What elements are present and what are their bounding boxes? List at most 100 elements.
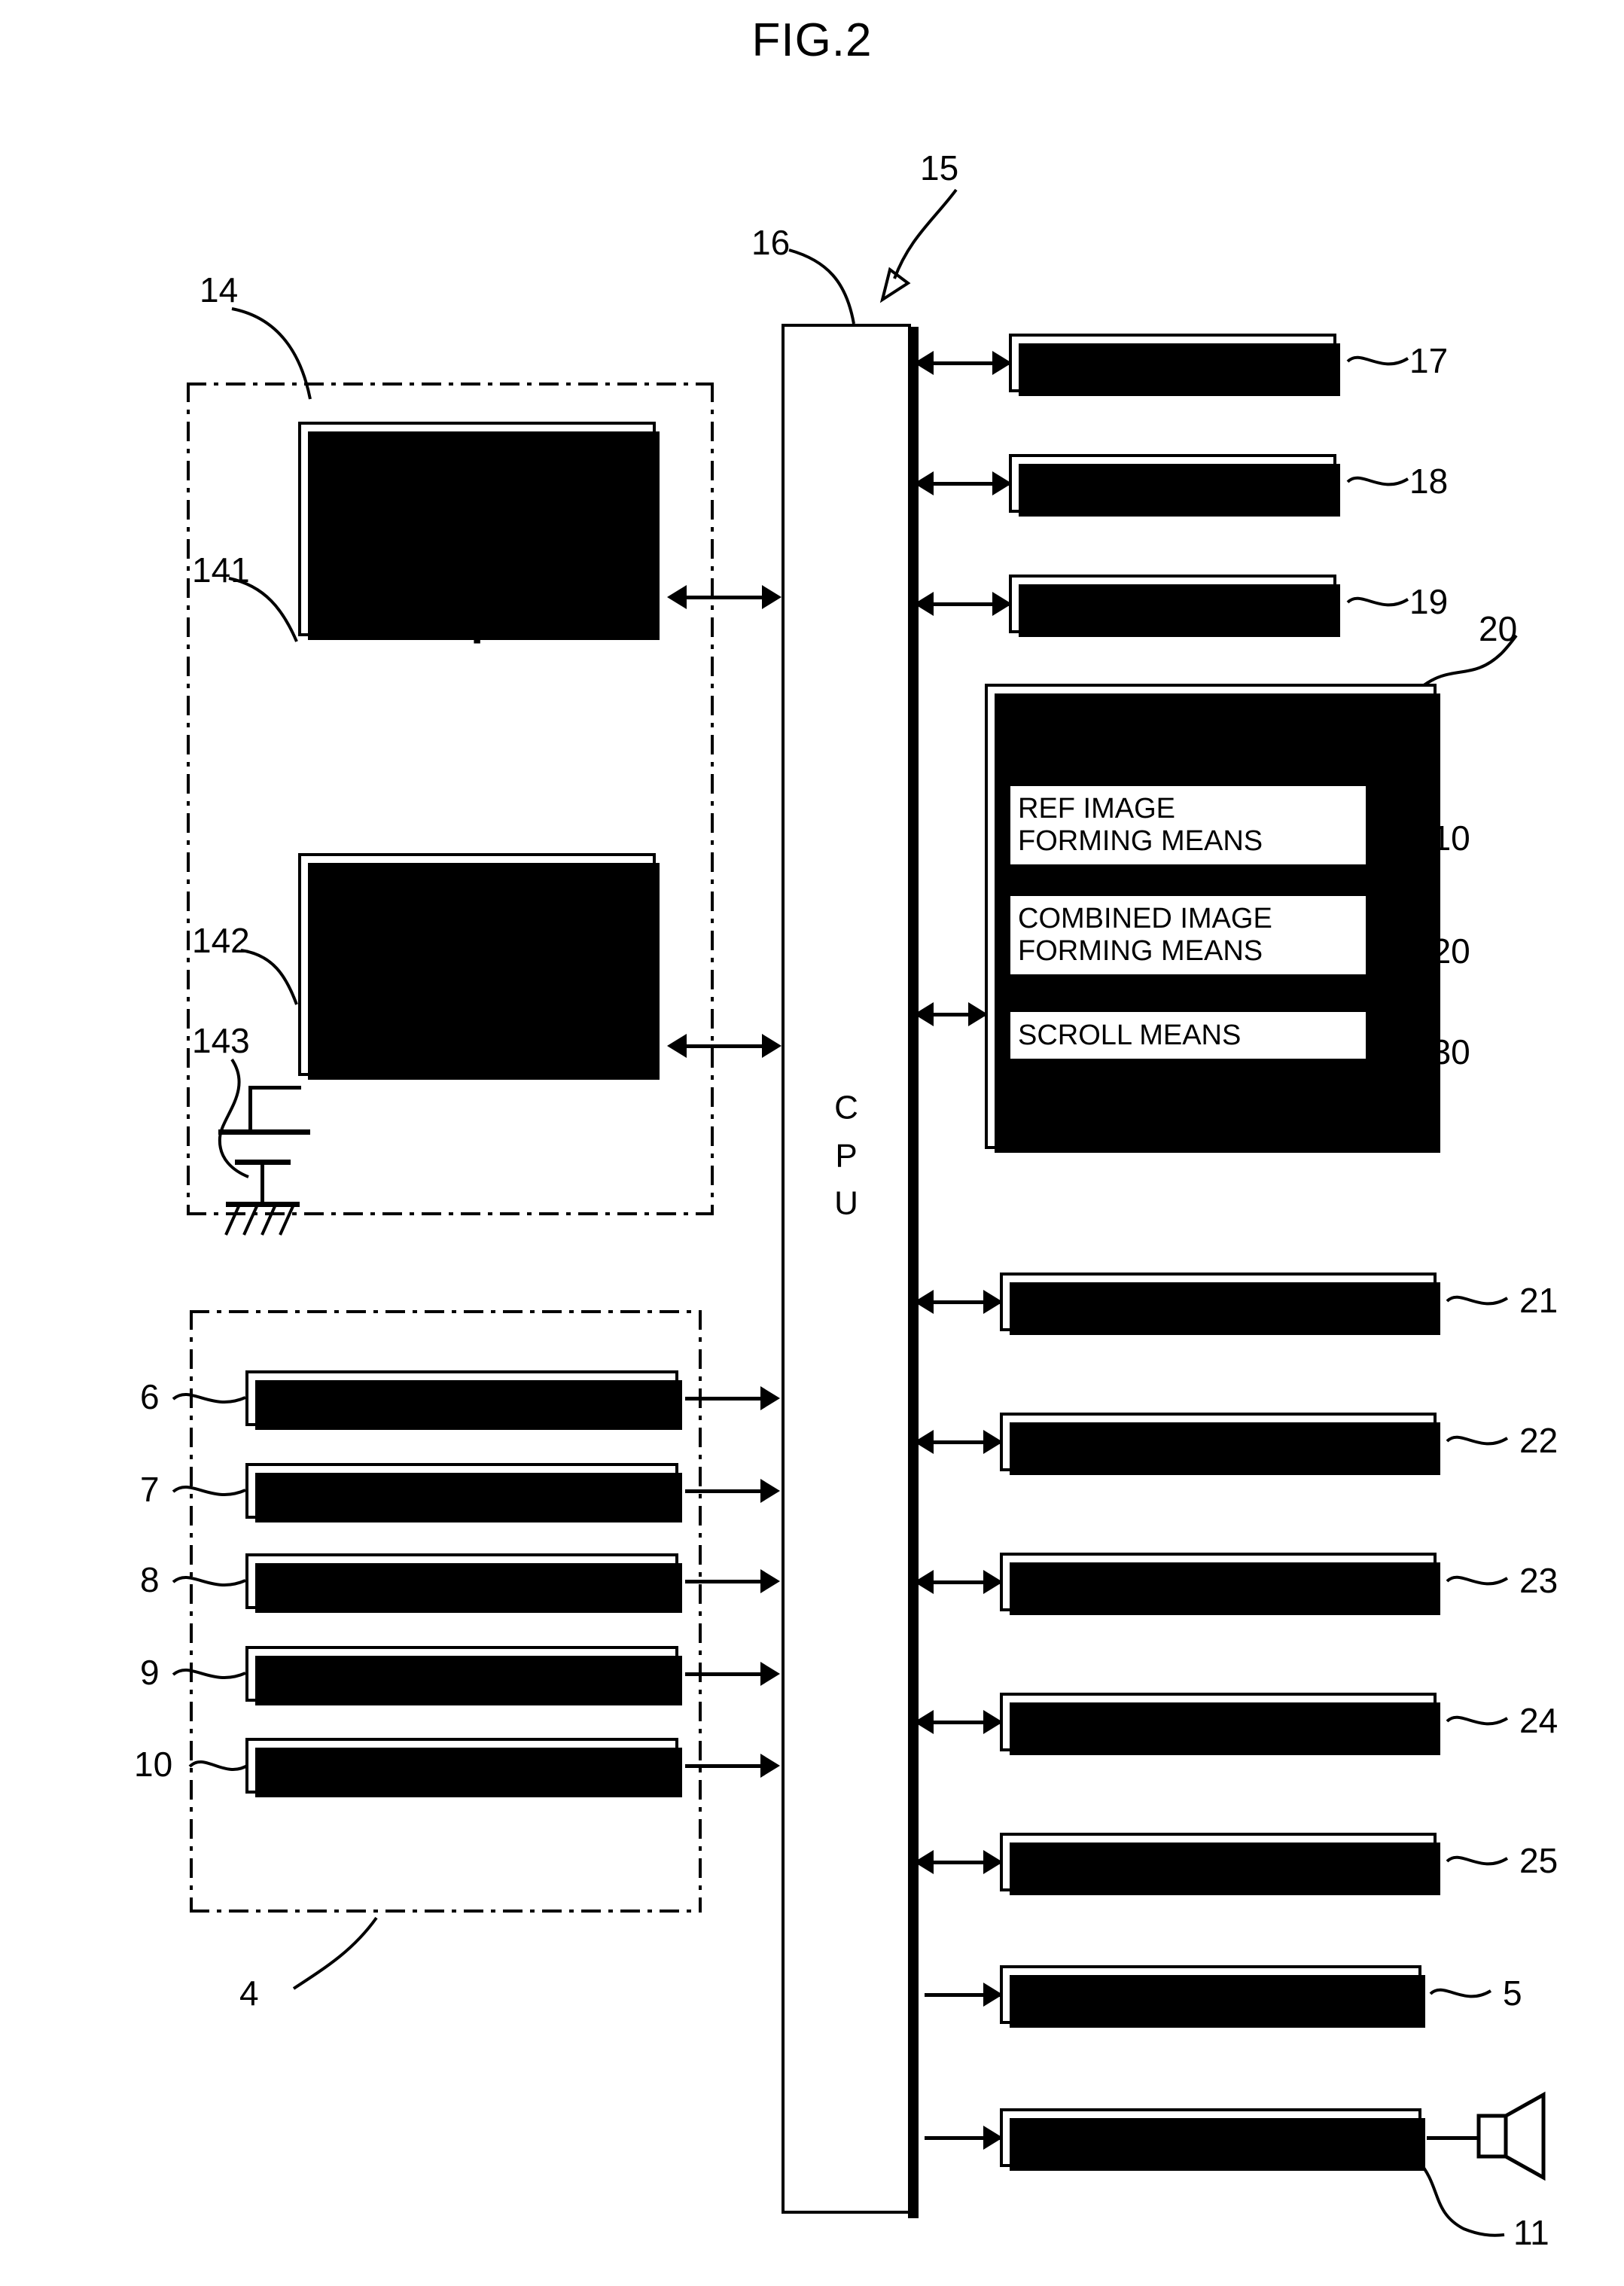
rom-item-0: ·GAME PROGRAM [313, 474, 590, 511]
battery-plate-long-1 [218, 1129, 310, 1135]
combined-image-line1: COMBINED IMAGE [1018, 903, 1272, 935]
ram-item-1: ·PLAYER’S [313, 941, 474, 977]
first-disc-means-label: 1ST DISC MEANS [1092, 1285, 1344, 1318]
ref-25-leader [1446, 1855, 1509, 1866]
ref-16: 16 [751, 223, 791, 262]
second-disc-means-box: 2ND DISC MEANS [1000, 1413, 1440, 1475]
scroll-means-label: SCROLL MEANS [1018, 1019, 1242, 1051]
cpu-disc3-arrow-left [914, 1570, 934, 1594]
scroll-means-box: SCROLL MEANS [1007, 1009, 1369, 1062]
ref-4-leader [292, 1916, 378, 1990]
ref-image-line1: REF IMAGE [1018, 793, 1176, 825]
switch-cont-means-label: SWITCH CONT MEANS [1054, 1845, 1382, 1879]
ram-title: RAM [313, 868, 384, 904]
rom-to-cpu-arrow-left [667, 585, 687, 609]
cpu-bar: CPU [782, 324, 919, 2218]
rom-memory-box: ROM ·GAME PROGRAM ·IMAGES FOR GAME SPACE… [298, 422, 660, 653]
ram-item-0: · I /P DATA [313, 904, 468, 940]
ref-17: 17 [1409, 341, 1449, 380]
monitor-box: MONITOR [1000, 1965, 1425, 2028]
ref-23-leader [1446, 1575, 1509, 1586]
select-button-arrow [760, 1754, 780, 1778]
fourth-disc-means-box: 4TH DISC MEANS [1000, 1693, 1440, 1755]
sound-generator-box: SOUND GENERATOR [1000, 2108, 1425, 2171]
ref-24: 24 [1519, 1701, 1558, 1740]
ref-21: 21 [1519, 1281, 1558, 1320]
ref-6: 6 [140, 1377, 160, 1416]
rom-item-1: ·IMAGES FOR [313, 511, 523, 547]
select-button-box[interactable]: SELECT BUTTON [245, 1738, 682, 1797]
select-button-label: SELECT BUTTON [259, 1748, 507, 1782]
fourth-disc-means-label: 4TH DISC MEANS [1092, 1705, 1345, 1739]
second-push-button-line [685, 1580, 769, 1583]
cpu-switch-arrow-left [914, 1850, 934, 1874]
ref-11-leader [1417, 2160, 1505, 2237]
ref-25: 25 [1519, 1841, 1558, 1880]
ground-hatch-icon [224, 1204, 295, 1236]
ref-141: 141 [192, 550, 250, 590]
ref-15-arrow-leader [879, 188, 958, 303]
ref-20: 20 [1479, 609, 1518, 648]
rom-title: ROM [313, 438, 387, 474]
second-push-button-box[interactable]: 2ND PUSH BUTTON [245, 1553, 682, 1613]
ref-11: 11 [1513, 2213, 1549, 2252]
cross-button-line [685, 1397, 769, 1401]
ref-143: 143 [192, 1021, 250, 1060]
second-push-button-label: 2ND PUSH BUTTON [259, 1564, 544, 1598]
ref-7-leader [172, 1486, 246, 1496]
battery-wire-vert [248, 1086, 252, 1132]
ref-18: 18 [1409, 462, 1449, 501]
cpu-disc4-arrow-left [914, 1710, 934, 1734]
ref-142: 142 [192, 921, 250, 960]
ref-6-leader [172, 1393, 246, 1404]
cross-button-label: CROSS BUTTON [259, 1381, 498, 1415]
cpu-display-ram-arrow-left [914, 592, 934, 616]
ref-5: 5 [1503, 1974, 1522, 2013]
ref-10: 10 [134, 1745, 173, 1784]
first-disc-means-box: 1ST DISC MEANS [1000, 1273, 1440, 1335]
start-button-arrow [760, 1662, 780, 1686]
gifm-title-line1: GAME IMAGE [1007, 705, 1202, 738]
peripheral-ram-label: RAM [1139, 466, 1206, 500]
game-image-forming-means-box: GAME IMAGE FORMING MEANS REF IMAGE FORMI… [985, 684, 1440, 1153]
start-button-box[interactable]: START BUTTON [245, 1646, 682, 1705]
ref-image-line2: FORMING MEANS [1018, 825, 1263, 857]
sound-generator-label: SOUND GENERATOR [1013, 2120, 1319, 2154]
cpu-gifm-arrow-left [914, 1002, 934, 1026]
ref-9-leader [172, 1669, 246, 1679]
select-button-line [685, 1764, 769, 1768]
switch-cont-means-box: SWITCH CONT MEANS [1000, 1833, 1440, 1895]
first-push-button-arrow [760, 1479, 780, 1503]
ref-7: 7 [140, 1470, 160, 1509]
ref-14-leader [231, 307, 312, 400]
figure-title: FIG.2 [751, 14, 873, 66]
monitor-label: MONITOR [1013, 1977, 1156, 2011]
ref-24-leader [1446, 1715, 1509, 1726]
second-push-button-arrow [760, 1569, 780, 1593]
cross-button-box[interactable]: CROSS BUTTON [245, 1370, 682, 1430]
ref-9: 9 [140, 1653, 160, 1692]
battery-wire-top [248, 1086, 301, 1090]
combined-image-forming-means-box: COMBINED IMAGE FORMING MEANS [1007, 893, 1369, 977]
cpu-ram-arrow-left [914, 471, 934, 495]
ram-to-cpu-arrow-right [762, 1034, 782, 1058]
ref-8: 8 [140, 1560, 160, 1599]
display-ram-box: DISPLAY RAM [1009, 575, 1340, 637]
ref-22-leader [1446, 1435, 1509, 1446]
start-button-label: START BUTTON [259, 1657, 486, 1690]
display-ram-label: DISPLAY RAM [1072, 587, 1273, 620]
cross-button-arrow [760, 1386, 780, 1410]
start-button-line [685, 1672, 769, 1676]
ref-4: 4 [239, 1974, 259, 2013]
first-push-button-label: 1ST PUSH BUTTON [259, 1474, 538, 1507]
ref-10-leader [188, 1760, 250, 1771]
ref-18-leader [1346, 476, 1409, 486]
ram-ellipsis: ▪ ▪ ▪ [472, 996, 482, 1090]
ref-image-forming-means-box: REF IMAGE FORMING MEANS [1007, 783, 1369, 867]
cpu-disc2-arrow-left [914, 1430, 934, 1454]
ref-22: 22 [1519, 1421, 1558, 1460]
first-push-button-box[interactable]: 1ST PUSH BUTTON [245, 1463, 682, 1522]
ref-19-leader [1346, 596, 1409, 607]
ram-memory-box: RAM · I /P DATA ·PLAYER’S CONDITION ▪ ▪ ▪ [298, 853, 660, 1088]
ref-8-leader [172, 1576, 246, 1586]
